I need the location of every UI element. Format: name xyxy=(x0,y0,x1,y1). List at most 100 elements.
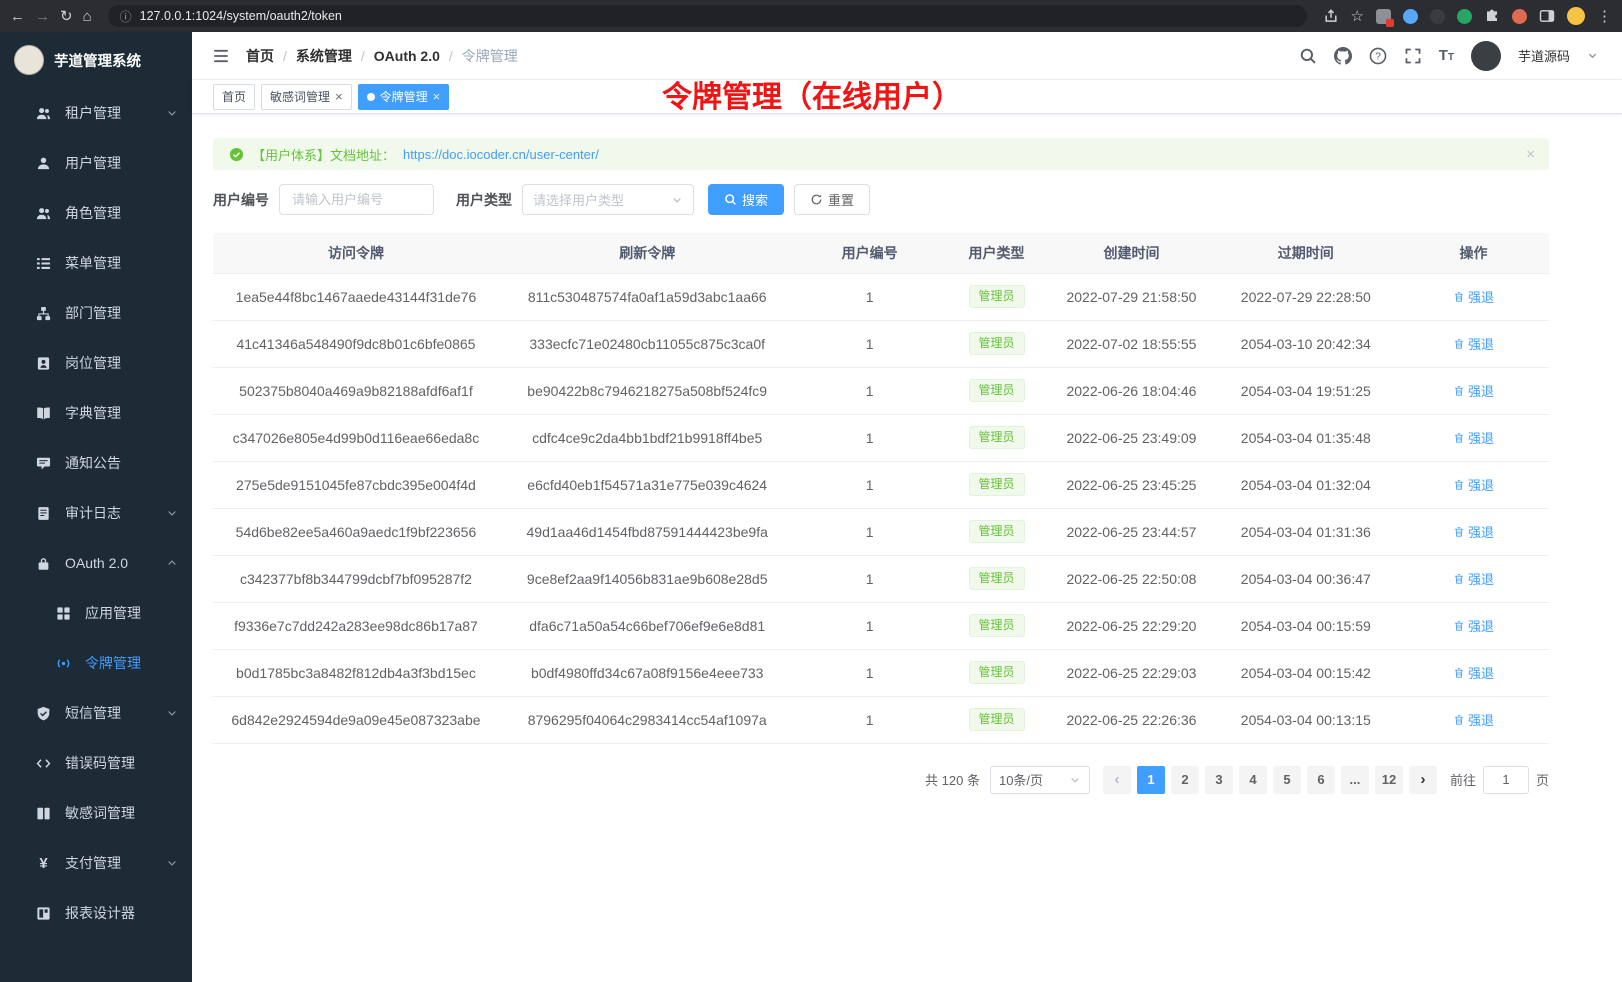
force-logout-button[interactable]: 强退 xyxy=(1453,287,1494,306)
action-cell: 强退 xyxy=(1398,461,1549,508)
goto-page-input[interactable] xyxy=(1483,766,1529,794)
breadcrumb-item[interactable]: 系统管理 xyxy=(296,46,352,66)
shield-icon xyxy=(36,706,51,721)
page-size-select[interactable]: 10条/页 xyxy=(990,766,1090,794)
user-id-input[interactable] xyxy=(279,184,434,215)
reload-icon[interactable]: ↻ xyxy=(60,9,73,24)
user-id-label: 用户编号 xyxy=(213,190,269,210)
sidebar-item-pay[interactable]: ¥支付管理 xyxy=(0,838,192,888)
sidebar-item-error-code[interactable]: 错误码管理 xyxy=(0,738,192,788)
pager-page-button[interactable]: 6 xyxy=(1307,766,1335,794)
sidebar-item-tenant[interactable]: 租户管理 xyxy=(0,88,192,138)
pager-page-button[interactable]: 4 xyxy=(1239,766,1267,794)
pager-page-button[interactable]: 3 xyxy=(1205,766,1233,794)
tab-close-icon[interactable]: × xyxy=(433,90,441,103)
alert-close-icon[interactable]: × xyxy=(1526,146,1535,163)
tab-close-icon[interactable]: × xyxy=(335,90,343,103)
extension-with-badge-icon[interactable] xyxy=(1376,9,1391,24)
refresh-token-cell: 49d1aa46d1454fbd87591444423be9fa xyxy=(499,508,796,555)
user-id-cell: 1 xyxy=(796,508,944,555)
info-alert: 【用户体系】文档地址： https://doc.iocoder.cn/user-… xyxy=(213,138,1549,170)
sidebar-item-sms[interactable]: 短信管理 xyxy=(0,688,192,738)
breadcrumb-item[interactable]: 首页 xyxy=(246,46,274,66)
alert-doc-link[interactable]: https://doc.iocoder.cn/user-center/ xyxy=(403,147,599,162)
home-icon[interactable]: ⌂ xyxy=(83,9,92,24)
sidebar-item-oauth2[interactable]: OAuth 2.0 xyxy=(0,538,192,588)
sidebar-item-label: 令牌管理 xyxy=(85,653,178,673)
font-size-icon[interactable]: TT xyxy=(1439,47,1454,64)
sidebar-item-dept[interactable]: 部门管理 xyxy=(0,288,192,338)
site-info-icon[interactable]: ⓘ xyxy=(120,8,132,25)
force-logout-button[interactable]: 强退 xyxy=(1453,616,1494,635)
share-icon[interactable] xyxy=(1323,8,1339,24)
sidebar-item-audit-log[interactable]: 审计日志 xyxy=(0,488,192,538)
collapse-sidebar-icon[interactable] xyxy=(212,47,230,65)
force-logout-button[interactable]: 强退 xyxy=(1453,334,1494,353)
user-type-select[interactable]: 请选择用户类型 xyxy=(522,184,694,215)
sidebar-item-report[interactable]: 报表设计器 xyxy=(0,888,192,938)
sidebar-item-oauth-app[interactable]: 应用管理 xyxy=(0,588,192,638)
chevron-down-icon xyxy=(1069,774,1081,786)
force-logout-button[interactable]: 强退 xyxy=(1453,475,1494,494)
tab-item[interactable]: 敏感词管理× xyxy=(261,84,352,110)
sidebar-item-oauth-token[interactable]: 令牌管理 xyxy=(0,638,192,688)
extension-green-icon[interactable] xyxy=(1457,9,1472,24)
pager-page-button[interactable]: 12 xyxy=(1375,766,1403,794)
user-id-cell: 1 xyxy=(796,367,944,414)
search-button[interactable]: 搜索 xyxy=(708,184,784,215)
force-logout-button[interactable]: 强退 xyxy=(1453,569,1494,588)
force-logout-button[interactable]: 强退 xyxy=(1453,710,1494,729)
extension-blue-icon[interactable] xyxy=(1403,9,1418,24)
table-row: 41c41346a548490f9dc8b01c6bfe0865333ecfc7… xyxy=(213,320,1549,367)
force-logout-button[interactable]: 强退 xyxy=(1453,663,1494,682)
reset-button[interactable]: 重置 xyxy=(794,184,870,215)
extension-orange-icon[interactable] xyxy=(1512,9,1527,24)
pager-page-button[interactable]: 5 xyxy=(1273,766,1301,794)
sidebar-item-dict[interactable]: 字典管理 xyxy=(0,388,192,438)
forward-icon[interactable]: → xyxy=(35,9,50,24)
extensions-puzzle-icon[interactable] xyxy=(1484,8,1500,24)
access-token-cell: 6d842e2924594de9a09e45e087323abe xyxy=(213,696,499,743)
sidebar-item-user[interactable]: 用户管理 xyxy=(0,138,192,188)
browser-menu-kebab-icon[interactable]: ⋮ xyxy=(1597,9,1612,24)
pager-page-button[interactable]: 1 xyxy=(1137,766,1165,794)
pager-next-button[interactable]: › xyxy=(1409,766,1437,794)
create-time-cell: 2022-06-25 22:26:36 xyxy=(1049,696,1213,743)
side-panel-icon[interactable] xyxy=(1539,8,1555,24)
sidebar-item-menu[interactable]: 菜单管理 xyxy=(0,238,192,288)
github-icon[interactable] xyxy=(1334,47,1352,65)
url-bar[interactable]: ⓘ 127.0.0.1:1024/system/oauth2/token xyxy=(108,5,1307,27)
bookmark-star-icon[interactable]: ☆ xyxy=(1351,9,1364,24)
expire-time-cell: 2054-03-04 00:15:42 xyxy=(1214,649,1398,696)
extension-dark-icon[interactable] xyxy=(1430,9,1445,24)
delete-icon xyxy=(1453,667,1465,679)
tab-item[interactable]: 首页 xyxy=(213,84,255,110)
force-logout-button[interactable]: 强退 xyxy=(1453,428,1494,447)
user-name[interactable]: 芋道源码 xyxy=(1518,46,1570,65)
delete-icon xyxy=(1453,479,1465,491)
force-logout-button[interactable]: 强退 xyxy=(1453,381,1494,400)
force-logout-label: 强退 xyxy=(1468,428,1494,447)
sidebar-item-sensitive[interactable]: 敏感词管理 xyxy=(0,788,192,838)
help-icon[interactable]: ? xyxy=(1369,47,1387,65)
app-logo[interactable]: 芋道管理系统 xyxy=(0,32,192,88)
pager-more-button[interactable]: ... xyxy=(1341,766,1369,794)
breadcrumb-item[interactable]: OAuth 2.0 xyxy=(374,48,440,64)
back-icon[interactable]: ← xyxy=(10,9,25,24)
user-avatar[interactable] xyxy=(1471,41,1501,71)
pager-prev-button[interactable]: ‹ xyxy=(1103,766,1131,794)
user-type-cell: 管理员 xyxy=(944,273,1050,320)
browser-profile-avatar[interactable] xyxy=(1567,7,1585,25)
chevron-down-icon[interactable] xyxy=(1587,50,1598,61)
pager-page-button[interactable]: 2 xyxy=(1171,766,1199,794)
sidebar-item-notice[interactable]: 通知公告 xyxy=(0,438,192,488)
logo-avatar xyxy=(14,45,44,75)
table-row: 502375b8040a469a9b82188afdf6af1fbe90422b… xyxy=(213,367,1549,414)
tab-item[interactable]: 令牌管理× xyxy=(358,84,450,110)
sidebar-item-post[interactable]: 岗位管理 xyxy=(0,338,192,388)
sidebar-item-role[interactable]: 角色管理 xyxy=(0,188,192,238)
search-icon[interactable] xyxy=(1299,47,1317,65)
user-id-cell: 1 xyxy=(796,461,944,508)
force-logout-button[interactable]: 强退 xyxy=(1453,522,1494,541)
fullscreen-icon[interactable] xyxy=(1404,47,1422,65)
